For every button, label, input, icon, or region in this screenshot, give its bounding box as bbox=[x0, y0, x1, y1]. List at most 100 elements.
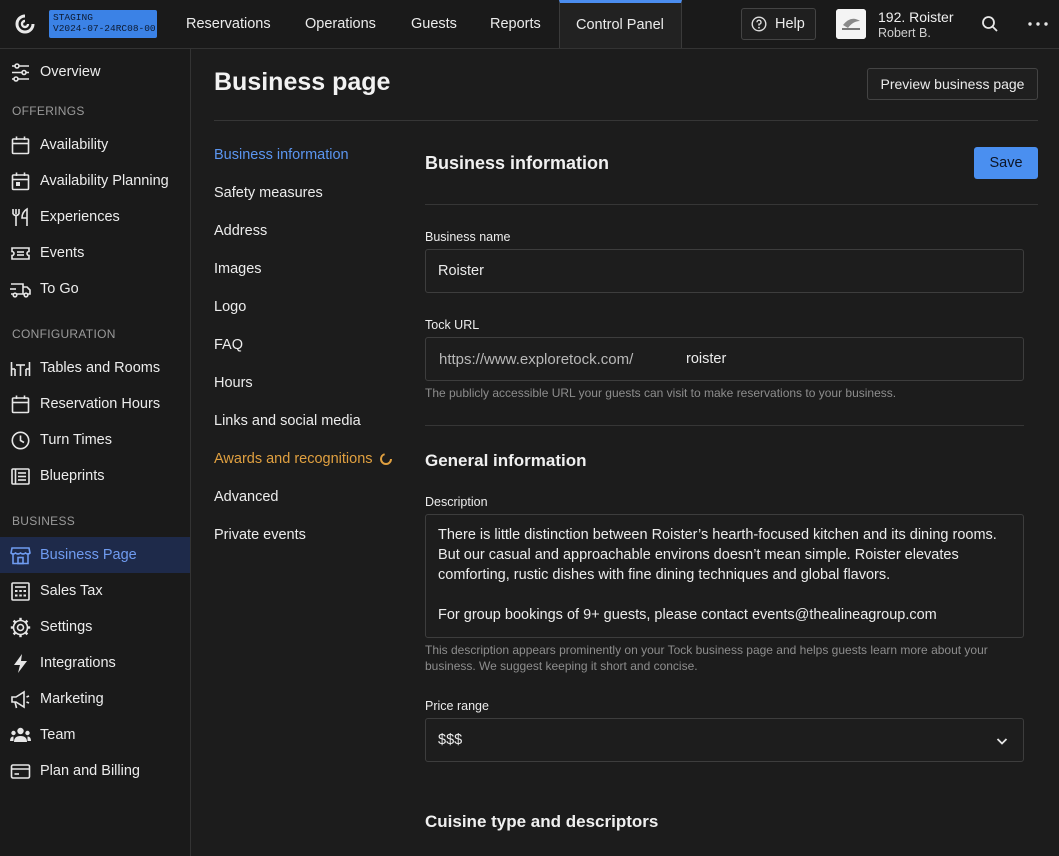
section-divider bbox=[425, 204, 1038, 205]
sidebar-item-plan-and-billing[interactable]: Plan and Billing bbox=[0, 753, 190, 789]
tock-url-label: Tock URL bbox=[425, 318, 480, 332]
price-range-value: $$$ bbox=[438, 732, 463, 748]
section-divider bbox=[425, 425, 1024, 426]
sidebar-item-label: Business Page bbox=[40, 547, 137, 563]
sidebar-item-sales-tax[interactable]: Sales Tax bbox=[0, 573, 190, 609]
subnav-links-and-social-media[interactable]: Links and social media bbox=[214, 413, 361, 429]
ticket-icon bbox=[11, 246, 30, 260]
sidebar-item-availability-planning[interactable]: Availability Planning bbox=[0, 163, 190, 199]
sidebar-item-label: Plan and Billing bbox=[40, 763, 140, 779]
calendar-icon bbox=[11, 136, 30, 154]
sidebar: Overview OFFERINGS Availability Availabi… bbox=[0, 49, 191, 856]
subnav-images[interactable]: Images bbox=[214, 261, 262, 277]
sidebar-item-to-go[interactable]: To Go bbox=[0, 271, 190, 307]
env-line-1: STAGING bbox=[53, 12, 93, 23]
subnav-logo[interactable]: Logo bbox=[214, 299, 246, 315]
description-textarea[interactable]: There is little distinction between Rois… bbox=[425, 514, 1024, 638]
sidebar-item-events[interactable]: Events bbox=[0, 235, 190, 271]
sidebar-item-label: Reservation Hours bbox=[40, 396, 161, 412]
calendar-edit-icon bbox=[11, 172, 30, 190]
subnav-item-label: Awards and recognitions bbox=[214, 451, 373, 467]
sidebar-item-label: Events bbox=[40, 245, 85, 261]
sidebar-item-overview[interactable]: Overview bbox=[0, 54, 190, 90]
team-icon bbox=[10, 727, 31, 742]
tock-logo-icon[interactable] bbox=[13, 12, 37, 36]
nav-tab-guests[interactable]: Guests bbox=[411, 0, 457, 48]
tock-url-slug: roister bbox=[686, 351, 727, 367]
tock-url-hint: The publicly accessible URL your guests … bbox=[425, 386, 897, 400]
description-paragraph: For group bookings of 9+ guests, please … bbox=[438, 607, 937, 623]
sidebar-item-blueprints[interactable]: Blueprints bbox=[0, 458, 190, 494]
calculator-icon bbox=[11, 581, 30, 601]
sidebar-item-integrations[interactable]: Integrations bbox=[0, 645, 190, 681]
section-title-cuisine: Cuisine type and descriptors bbox=[425, 812, 659, 831]
sidebar-item-label: Sales Tax bbox=[40, 583, 103, 599]
preview-business-page-button[interactable]: Preview business page bbox=[867, 68, 1038, 100]
nav-tab-reservations[interactable]: Reservations bbox=[186, 0, 271, 48]
sidebar-item-label: Settings bbox=[40, 619, 93, 635]
credit-card-icon bbox=[10, 763, 31, 779]
subnav-awards-and-recognitions[interactable]: Awards and recognitions bbox=[214, 451, 393, 467]
env-line-2: V2024-07-24RC08-00 bbox=[53, 23, 156, 34]
sidebar-section-business: BUSINESS bbox=[12, 514, 76, 528]
section-title-general-information: General information bbox=[425, 451, 587, 470]
sidebar-item-label: Experiences bbox=[40, 209, 120, 225]
description-hint: This description appears prominently on … bbox=[425, 643, 988, 673]
description-paragraph: There is little distinction between Rois… bbox=[438, 527, 997, 583]
sidebar-item-availability[interactable]: Availability bbox=[0, 127, 190, 163]
megaphone-icon bbox=[11, 690, 30, 708]
business-name-label: Business name bbox=[425, 230, 511, 244]
nav-tab-control-panel[interactable]: Control Panel bbox=[559, 0, 682, 48]
table-chairs-icon bbox=[10, 361, 31, 376]
more-options-icon[interactable] bbox=[1026, 14, 1050, 34]
sidebar-item-label: Availability bbox=[40, 137, 109, 153]
tock-url-prefix: https://www.exploretock.com/ bbox=[439, 351, 634, 368]
nav-tab-reports[interactable]: Reports bbox=[490, 0, 541, 48]
subnav-safety-measures[interactable]: Safety measures bbox=[214, 185, 323, 201]
sidebar-item-turn-times[interactable]: Turn Times bbox=[0, 422, 190, 458]
sidebar-item-label: Integrations bbox=[40, 655, 116, 671]
storefront-icon bbox=[10, 546, 31, 564]
sidebar-item-label: Tables and Rooms bbox=[40, 360, 161, 376]
tock-url-input[interactable]: https://www.exploretock.com/ roister bbox=[425, 337, 1024, 381]
search-icon[interactable] bbox=[980, 14, 1000, 34]
price-range-select[interactable]: $$$ bbox=[425, 718, 1024, 762]
sidebar-item-marketing[interactable]: Marketing bbox=[0, 681, 190, 717]
lightning-icon bbox=[14, 653, 27, 673]
sliders-icon bbox=[12, 62, 29, 82]
nav-tab-operations[interactable]: Operations bbox=[305, 0, 376, 48]
business-name-input[interactable]: Roister bbox=[425, 249, 1024, 293]
sidebar-item-team[interactable]: Team bbox=[0, 717, 190, 753]
save-button[interactable]: Save bbox=[974, 147, 1038, 179]
section-title-business-information: Business information bbox=[425, 153, 610, 173]
sidebar-item-label: To Go bbox=[40, 281, 79, 297]
environment-badge: STAGING V2024-07-24RC08-00 bbox=[49, 10, 157, 38]
subnav-hours[interactable]: Hours bbox=[214, 375, 253, 391]
subnav-faq[interactable]: FAQ bbox=[214, 337, 243, 353]
loading-spinner-icon bbox=[379, 453, 392, 465]
help-icon bbox=[751, 16, 767, 32]
sidebar-item-settings[interactable]: Settings bbox=[0, 609, 190, 645]
subnav-advanced[interactable]: Advanced bbox=[214, 489, 279, 505]
subnav-private-events[interactable]: Private events bbox=[214, 527, 306, 543]
utensils-icon bbox=[12, 207, 28, 226]
sidebar-item-label: Turn Times bbox=[40, 432, 112, 448]
sidebar-item-label: Marketing bbox=[40, 691, 104, 707]
sidebar-section-configuration: CONFIGURATION bbox=[12, 327, 116, 341]
sidebar-item-reservation-hours[interactable]: Reservation Hours bbox=[0, 386, 190, 422]
sidebar-item-experiences[interactable]: Experiences bbox=[0, 199, 190, 235]
subnav-business-information[interactable]: Business information bbox=[214, 147, 349, 163]
sidebar-item-label: Overview bbox=[40, 64, 101, 80]
sidebar-item-tables-and-rooms[interactable]: Tables and Rooms bbox=[0, 350, 190, 386]
delivery-truck-icon bbox=[10, 282, 31, 298]
price-range-label: Price range bbox=[425, 699, 489, 713]
sidebar-item-business-page[interactable]: Business Page bbox=[0, 537, 190, 573]
venue-avatar[interactable] bbox=[836, 9, 866, 39]
calendar-icon bbox=[11, 395, 30, 413]
business-name-value: Roister bbox=[438, 263, 484, 279]
help-label: Help bbox=[775, 16, 805, 32]
venue-name[interactable]: 192. Roister bbox=[878, 9, 953, 25]
page-title: Business page bbox=[214, 68, 391, 96]
subnav-address[interactable]: Address bbox=[214, 223, 267, 239]
help-button[interactable]: Help bbox=[741, 8, 816, 40]
